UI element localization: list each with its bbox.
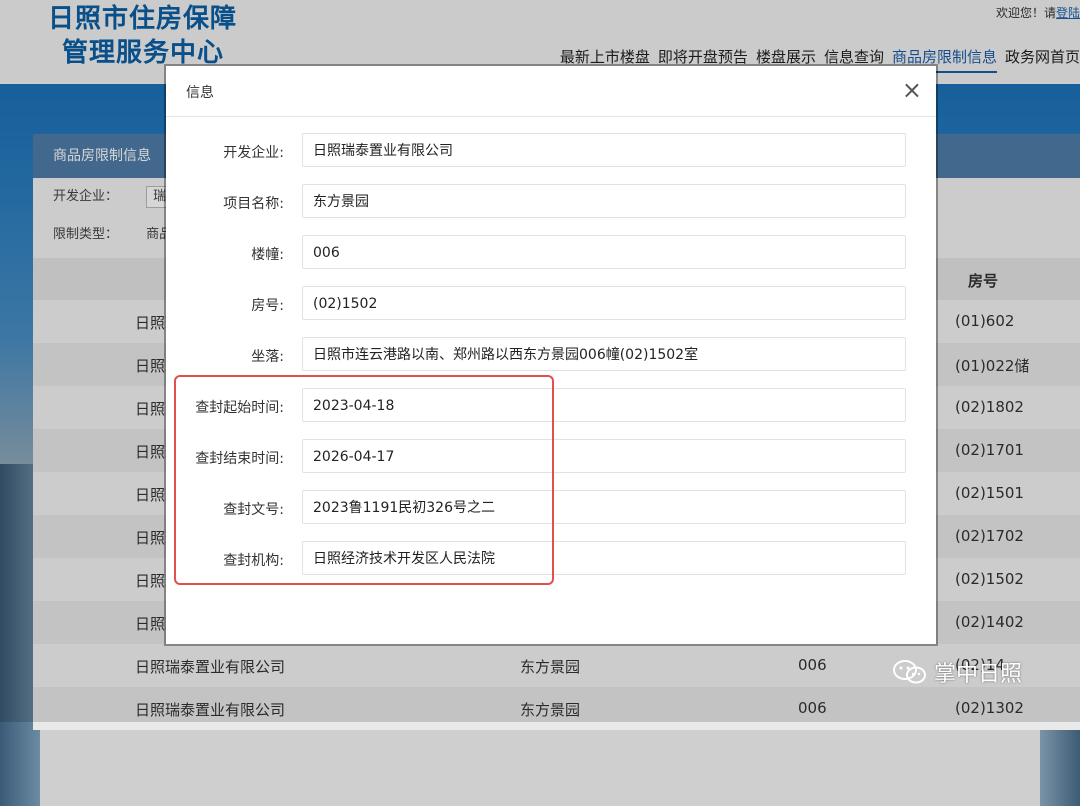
- dialog-title: 信息: [186, 85, 214, 101]
- field-label: 开发企业:: [223, 145, 284, 161]
- field-label: 房号:: [251, 298, 284, 314]
- field-value-location[interactable]: 日照市连云港路以南、郑州路以西东方景园006幢(02)1502室: [302, 337, 906, 371]
- wechat-icon: [892, 658, 928, 686]
- field-label: 项目名称:: [223, 196, 284, 212]
- field-project-name: 项目名称: 东方景园: [166, 184, 936, 220]
- field-location: 坐落: 日照市连云港路以南、郑州路以西东方景园006幢(02)1502室: [166, 337, 936, 373]
- watermark-text: 掌中日照: [934, 662, 1023, 687]
- field-value-developer[interactable]: 日照瑞泰置业有限公司: [302, 133, 906, 167]
- close-icon[interactable]: ×: [902, 76, 922, 104]
- field-value-building[interactable]: 006: [302, 235, 906, 269]
- dialog-header: 信息 ×: [166, 66, 936, 117]
- field-label: 坐落:: [251, 349, 284, 365]
- watermark: 掌中日照: [892, 656, 1022, 688]
- field-value-room[interactable]: (02)1502: [302, 286, 906, 320]
- field-room: 房号: (02)1502: [166, 286, 936, 322]
- field-building: 楼幢: 006: [166, 235, 936, 271]
- field-developer: 开发企业: 日照瑞泰置业有限公司: [166, 133, 936, 169]
- field-value-project-name[interactable]: 东方景园: [302, 184, 906, 218]
- red-highlight-box: [174, 375, 554, 585]
- field-label: 楼幢:: [251, 247, 284, 263]
